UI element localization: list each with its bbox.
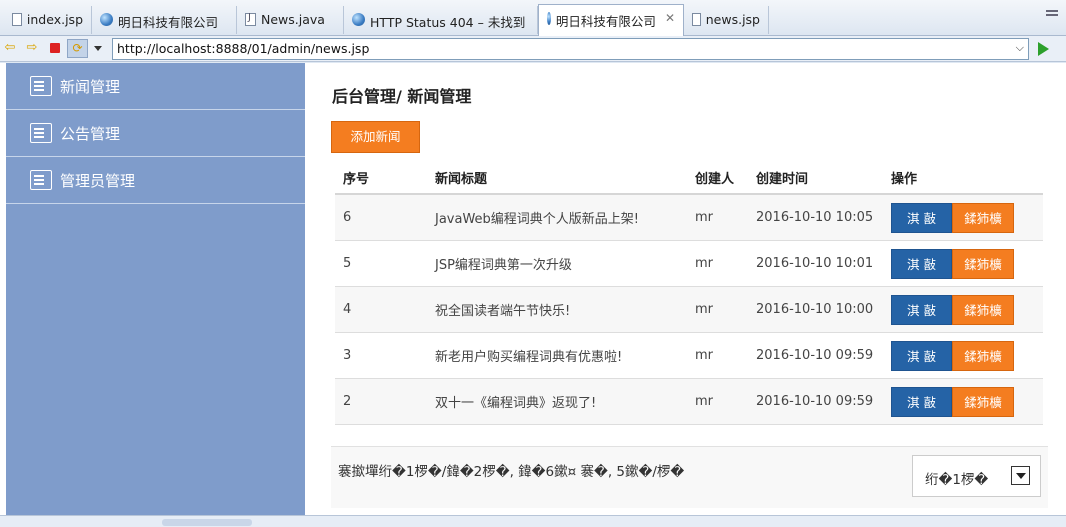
table-row: 2 双十一《编程词典》返现了! mr 2016-10-10 09:59 淇 敼 … [335,379,1043,425]
sidebar: 新闻管理 公告管理 管理员管理 [6,63,305,515]
page-title: 后台管理/ 新闻管理 [332,87,472,106]
cell-creator: mr [695,302,714,317]
tab-news-jsp[interactable]: news.jsp [684,6,769,34]
delete-button[interactable]: 鍒犻櫎 [952,202,1014,233]
tab-company-1[interactable]: 明日科技有限公司 [92,6,237,34]
tab-news-java[interactable]: News.java [237,6,344,34]
cell-id: 3 [343,348,352,363]
column-header-creator: 创建人 [695,171,735,187]
sidebar-item-admin[interactable]: 管理员管理 [6,157,305,204]
cell-id: 5 [343,256,352,271]
page-viewport: 新闻管理 公告管理 管理员管理 后台管理/ 新闻管理 添加新闻 序号 新闻标题 … [0,63,1066,515]
column-header-id: 序号 [343,171,370,187]
globe-icon [547,12,551,25]
delete-button[interactable]: 鍒犻櫎 [952,386,1014,417]
edit-doc-icon [30,76,52,96]
chevron-down-icon[interactable] [94,46,102,51]
table-row: 6 JavaWeb编程词典个人版新品上架! mr 2016-10-10 10:0… [335,195,1043,241]
forward-arrow-icon[interactable]: ⇨ [24,40,40,56]
tab-index-jsp[interactable]: index.jsp [4,6,92,34]
tab-company-active[interactable]: 明日科技有限公司 ✕ [538,4,684,36]
stop-icon[interactable] [50,43,60,53]
cell-actions: 淇 敼 鍒犻櫎 [891,340,1041,371]
cell-id: 2 [343,394,352,409]
cell-actions: 淇 敼 鍒犻櫎 [891,248,1041,279]
main-content: 后台管理/ 新闻管理 添加新闻 序号 新闻标题 创建人 创建时间 操作 6 Ja… [331,63,1048,515]
delete-button[interactable]: 鍒犻櫎 [952,294,1014,325]
cell-time: 2016-10-10 09:59 [756,394,874,409]
refresh-icon[interactable]: ⟳ [67,39,88,58]
news-table: 序号 新闻标题 创建人 创建时间 操作 6 JavaWeb编程词典个人版新品上架… [335,161,1043,425]
add-news-button[interactable]: 添加新闻 [331,121,420,153]
column-header-actions: 操作 [891,171,918,187]
horizontal-scrollbar[interactable] [0,515,1066,527]
cell-creator: mr [695,348,714,363]
cell-time: 2016-10-10 10:05 [756,210,874,225]
delete-button[interactable]: 鍒犻櫎 [952,248,1014,279]
tab-http-404[interactable]: HTTP Status 404 – 未找到 [344,6,538,34]
edit-button[interactable]: 淇 敼 [891,386,952,417]
doc-icon [692,13,701,26]
cell-creator: mr [695,210,714,225]
edit-button[interactable]: 淇 敼 [891,248,952,279]
table-row: 5 JSP编程词典第一次升级 mr 2016-10-10 10:01 淇 敼 鍒… [335,241,1043,287]
edit-button[interactable]: 淇 敼 [891,294,952,325]
table-row: 3 新老用户购买编程词典有优惠啦! mr 2016-10-10 09:59 淇 … [335,333,1043,379]
table-header: 序号 新闻标题 创建人 创建时间 操作 [335,161,1043,195]
table-row: 4 祝全国读者端午节快乐! mr 2016-10-10 10:00 淇 敼 鍒犻… [335,287,1043,333]
navigation-toolbar: ⇦ ⇨ ⟳ http://localhost:8888/01/admin/new… [0,36,1066,62]
id-card-icon [30,170,52,190]
cell-time: 2016-10-10 10:00 [756,302,874,317]
cell-id: 4 [343,302,352,317]
go-arrow-icon[interactable] [1038,42,1049,56]
close-tab-icon[interactable]: ✕ [665,11,675,25]
cell-title: 祝全国读者端午节快乐! [435,304,571,319]
cell-actions: 淇 敼 鍒犻櫎 [891,294,1041,325]
java-file-icon [245,12,256,26]
column-header-title: 新闻标题 [435,171,488,187]
cell-title: 新老用户购买编程词典有优惠啦! [435,350,623,365]
doc-icon [12,13,22,26]
back-arrow-icon[interactable]: ⇦ [2,40,18,56]
cell-title: JSP编程词典第一次升级 [435,258,572,273]
tab-list-menu-icon[interactable] [1046,10,1058,16]
edit-button[interactable]: 淇 敼 [891,340,952,371]
cell-time: 2016-10-10 09:59 [756,348,874,363]
browser-tab-bar: index.jsp 明日科技有限公司 News.java HTTP Status… [0,0,1066,36]
cell-actions: 淇 敼 鍒犻櫎 [891,386,1041,417]
delete-button[interactable]: 鍒犻櫎 [952,340,1014,371]
chevron-down-icon[interactable]: ⌵ [1016,41,1024,55]
globe-icon [352,13,365,26]
cell-title: 双十一《编程词典》返现了! [435,396,597,411]
cell-creator: mr [695,394,714,409]
chevron-down-icon[interactable] [1011,466,1030,485]
table-body: 6 JavaWeb编程词典个人版新品上架! mr 2016-10-10 10:0… [335,195,1043,425]
cell-creator: mr [695,256,714,271]
column-header-time: 创建时间 [756,171,809,187]
address-bar[interactable]: http://localhost:8888/01/admin/news.jsp … [112,38,1029,60]
pagination-info: 褰撳墠绗�1椤�/鍏�2椤�, 鍏�6鏉¤ 褰�, 5鏉�/椤� [338,464,685,480]
scrollbar-thumb[interactable] [162,519,252,526]
page-select[interactable]: 绗�1椤� [912,455,1041,497]
sidebar-item-news[interactable]: 新闻管理 [6,63,305,110]
globe-icon [100,13,113,26]
cell-time: 2016-10-10 10:01 [756,256,874,271]
search-doc-icon [30,123,52,143]
pagination-bar: 褰撳墠绗�1椤�/鍏�2椤�, 鍏�6鏉¤ 褰�, 5鏉�/椤� 绗�1椤� [331,446,1048,508]
cell-id: 6 [343,210,352,225]
edit-button[interactable]: 淇 敼 [891,202,952,233]
cell-title: JavaWeb编程词典个人版新品上架! [435,212,640,227]
cell-actions: 淇 敼 鍒犻櫎 [891,202,1041,233]
sidebar-item-notice[interactable]: 公告管理 [6,110,305,157]
